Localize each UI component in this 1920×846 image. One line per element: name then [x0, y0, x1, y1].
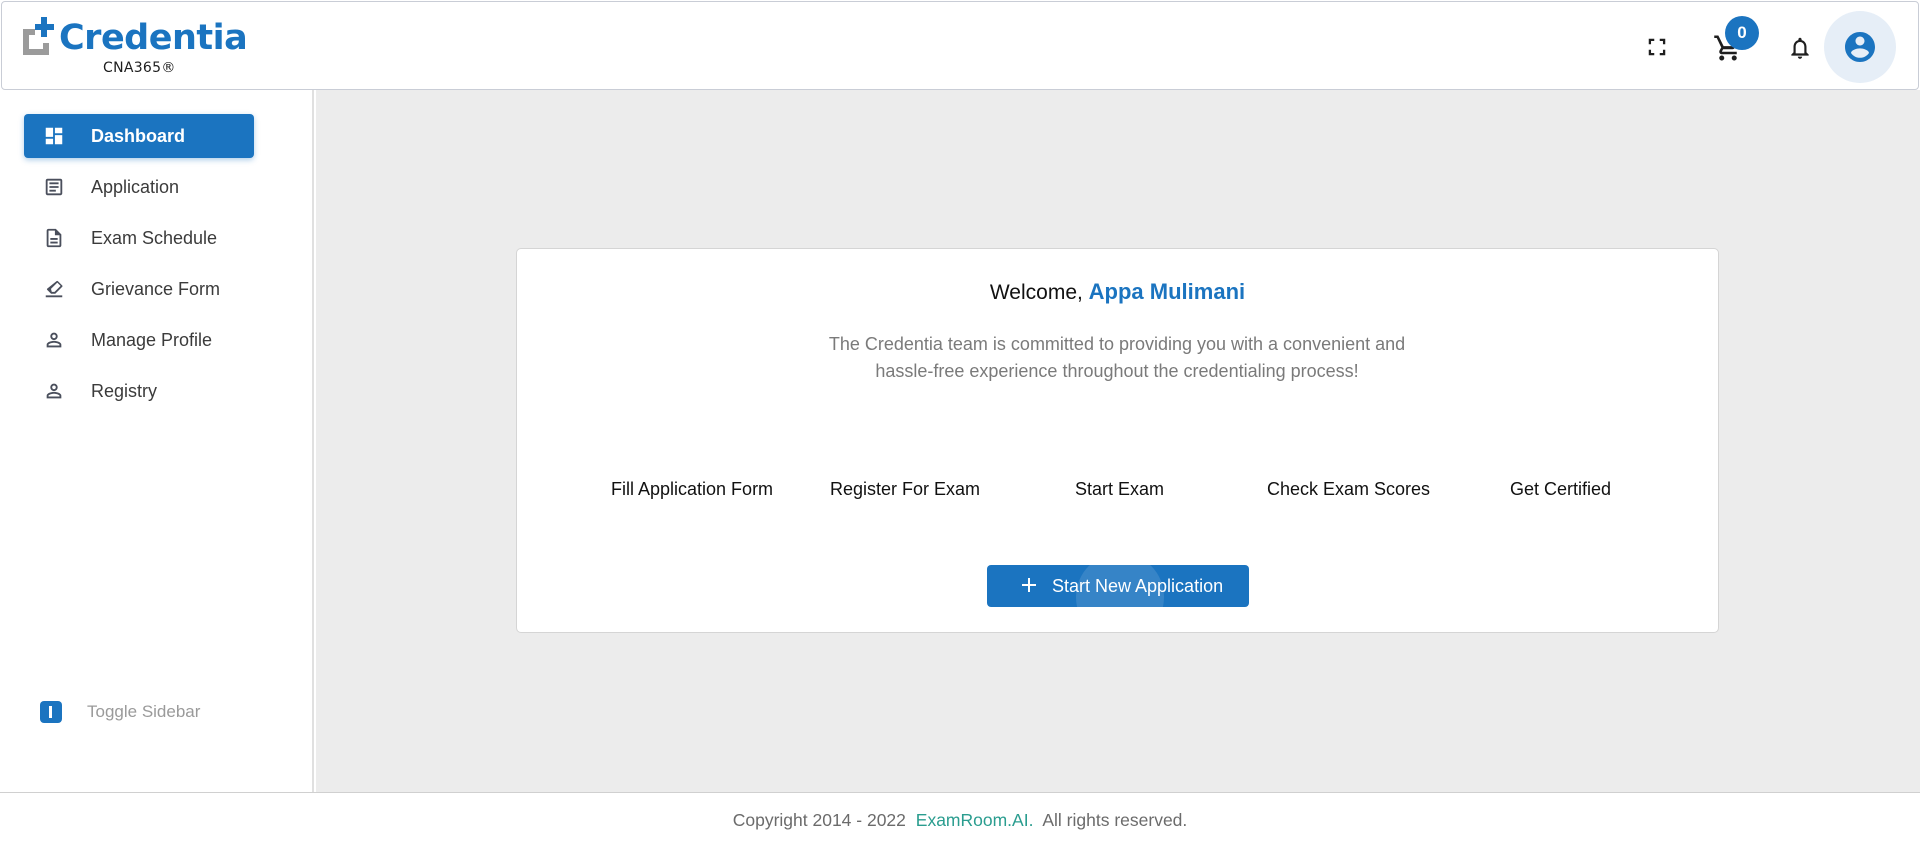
user-name: Appa Mulimani: [1088, 279, 1246, 304]
toggle-sidebar-button[interactable]: Toggle Sidebar: [40, 699, 200, 725]
footer: Copyright 2014 - 2022 ExamRoom.AI. All r…: [0, 792, 1920, 846]
document-list-icon: [42, 175, 66, 199]
sidebar-item-label: Manage Profile: [91, 329, 213, 350]
copyright-text: Copyright 2014 - 2022: [732, 810, 906, 830]
sidebar-item-label: Dashboard: [91, 125, 186, 146]
sidebar-item-application[interactable]: Application: [24, 165, 254, 209]
intro-line: The Credentia team is committed to provi…: [828, 334, 1406, 354]
profile-avatar-button[interactable]: [1824, 11, 1896, 83]
eraser-icon: [42, 277, 66, 301]
notifications-button[interactable]: [1784, 32, 1816, 64]
file-icon: [42, 226, 66, 250]
bell-icon: [1791, 37, 1809, 59]
fullscreen-button[interactable]: [1642, 32, 1672, 62]
sidebar-toggle-icon: [40, 701, 62, 723]
step-start-exam: Start Exam: [1075, 479, 1165, 499]
account-circle-icon: [1845, 32, 1875, 62]
intro-line: hassle-free experience throughout the cr…: [875, 361, 1359, 381]
step-register-exam: Register For Exam: [830, 479, 981, 499]
step-check-scores: Check Exam Scores: [1267, 479, 1431, 499]
main-content: Welcome, Appa Mulimani The Credentia tea…: [316, 90, 1920, 792]
start-new-application-button[interactable]: Start New Application: [987, 565, 1249, 607]
sidebar-item-label: Application: [91, 176, 180, 197]
cart-count-badge: 0: [1725, 16, 1759, 50]
intro-text: The Credentia team is committed to provi…: [807, 331, 1427, 385]
step-fill-application: Fill Application Form: [611, 479, 774, 499]
start-button-label: Start New Application: [1052, 575, 1224, 596]
sidebar-item-label: Exam Schedule: [91, 227, 218, 248]
welcome-prefix: Welcome,: [989, 281, 1089, 304]
sidebar-item-exam-schedule[interactable]: Exam Schedule: [24, 216, 254, 260]
top-header: Credentia CNA365® 0: [1, 1, 1919, 90]
examroom-link[interactable]: ExamRoom.AI.: [916, 810, 1034, 830]
welcome-card: Welcome, Appa Mulimani The Credentia tea…: [516, 248, 1719, 633]
toggle-sidebar-label: Toggle Sidebar: [87, 702, 201, 721]
sidebar-item-registry[interactable]: Registry: [24, 369, 254, 413]
sidebar-item-grievance-form[interactable]: Grievance Form: [24, 267, 254, 311]
credentia-logo[interactable]: Credentia CNA365®: [21, 17, 248, 83]
step-get-certified: Get Certified: [1510, 479, 1612, 499]
sidebar: Dashboard Application Exam Schedule Grie…: [0, 90, 314, 792]
fullscreen-icon: [1648, 38, 1666, 56]
dashboard-icon: [42, 124, 66, 148]
plus-icon: [1022, 578, 1036, 592]
welcome-heading: Welcome, Appa Mulimani: [517, 279, 1718, 305]
logo-mark-icon: [23, 17, 54, 55]
sidebar-item-manage-profile[interactable]: Manage Profile: [24, 318, 254, 362]
person-icon: [42, 379, 66, 403]
person-icon: [42, 328, 66, 352]
logo-product-name: CNA365®: [103, 60, 176, 76]
footer-text: Copyright 2014 - 2022 ExamRoom.AI. All r…: [0, 810, 1920, 831]
sidebar-item-label: Registry: [91, 380, 158, 401]
sidebar-item-dashboard[interactable]: Dashboard: [24, 114, 254, 158]
rights-text: All rights reserved.: [1042, 810, 1188, 830]
sidebar-item-label: Grievance Form: [91, 278, 221, 299]
logo-wordmark: Credentia: [59, 18, 248, 58]
